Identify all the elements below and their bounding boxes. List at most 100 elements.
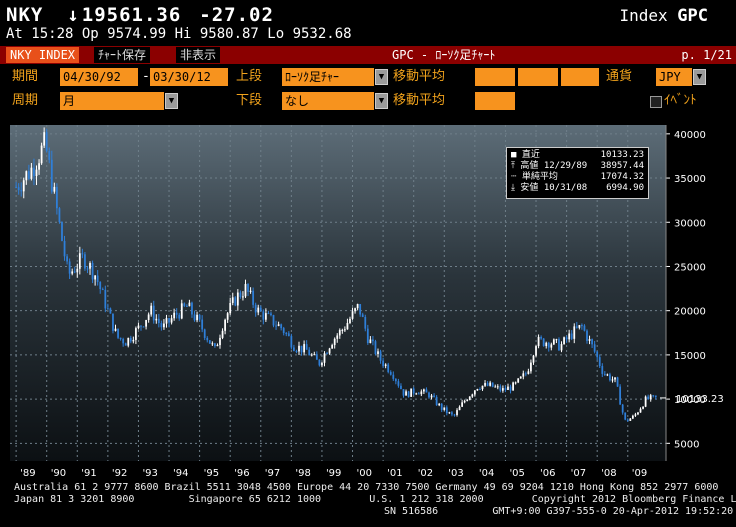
candle-body	[369, 339, 372, 344]
candle-body	[601, 366, 604, 374]
candle-body	[354, 308, 356, 312]
candle-body	[89, 263, 91, 269]
candle-body	[422, 389, 425, 392]
candle-body	[614, 377, 616, 380]
y-tick-label: 20000	[674, 307, 706, 318]
candle-body	[84, 254, 86, 269]
candle-body	[387, 364, 390, 373]
x-tick-label: '95	[204, 468, 219, 479]
candle-body	[58, 208, 61, 223]
candle-body	[20, 190, 23, 192]
candle-body	[293, 347, 295, 351]
candle-body	[591, 339, 593, 345]
candle-body	[555, 339, 558, 341]
candle-body	[359, 304, 362, 315]
candle-body	[499, 386, 502, 391]
candle-body	[445, 407, 448, 414]
candle-body	[267, 313, 270, 315]
candle-body	[634, 414, 637, 416]
candle-body	[277, 324, 280, 326]
candle-body	[425, 389, 428, 393]
candle-body	[583, 325, 586, 331]
y-tick-label: 40000	[674, 130, 706, 141]
candle-body	[114, 328, 117, 331]
x-tick-label: '93	[142, 468, 157, 479]
candle-body	[262, 311, 265, 320]
candle-body	[25, 171, 28, 181]
candle-body	[203, 329, 206, 338]
candle-body	[155, 318, 158, 321]
legend-high: ⤒ 高値 12/29/89 38957.44	[511, 161, 644, 171]
candle-body	[573, 326, 576, 339]
candle-body	[282, 328, 285, 333]
candle-body	[389, 372, 392, 375]
candle-body	[168, 318, 170, 323]
candle-body	[22, 180, 25, 192]
x-tick-label: '02	[418, 468, 433, 479]
candle-body	[308, 349, 311, 356]
candle-body	[637, 412, 639, 415]
footer-line-3: SN 516586 GMT+9:00 G397-555-0 20-Apr-201…	[384, 506, 734, 517]
candle-body	[78, 253, 81, 269]
candle-body	[453, 414, 456, 416]
candle-body	[254, 304, 257, 313]
candle-body	[99, 281, 102, 290]
candle-body	[509, 386, 512, 391]
candle-body	[402, 389, 405, 396]
candle-body	[221, 330, 224, 338]
candle-body	[343, 329, 346, 331]
candle-body	[117, 328, 119, 338]
x-tick-label: '03	[448, 468, 463, 479]
candle-body	[535, 346, 537, 356]
candle-body	[611, 379, 614, 381]
candle-body	[173, 312, 176, 319]
candle-body	[412, 388, 415, 394]
candle-body	[558, 339, 560, 351]
candle-body	[66, 256, 68, 262]
candle-body	[43, 132, 46, 146]
candle-body	[430, 395, 433, 398]
candle-body	[150, 305, 153, 315]
candle-body	[448, 412, 451, 414]
candle-body	[86, 268, 89, 270]
candle-body	[415, 393, 418, 395]
candle-body	[484, 383, 486, 386]
candle-body	[147, 314, 150, 320]
candle-body	[364, 317, 367, 329]
candle-body	[481, 385, 484, 390]
candle-body	[473, 390, 476, 395]
x-tick-label: '01	[387, 468, 402, 479]
x-tick-label: '09	[632, 468, 647, 479]
candle-body	[407, 391, 410, 397]
candle-body	[361, 314, 364, 318]
candle-body	[295, 350, 298, 352]
candle-body	[621, 404, 624, 413]
candle-body	[132, 339, 135, 342]
candle-body	[527, 371, 530, 374]
candle-body	[654, 395, 657, 398]
candle-body	[91, 263, 94, 280]
candle-body	[647, 396, 650, 400]
candle-body	[356, 304, 359, 309]
candle-body	[272, 315, 275, 326]
candle-body	[257, 307, 260, 313]
candle-body	[305, 344, 308, 350]
candle-body	[428, 392, 430, 398]
candle-body	[609, 374, 611, 381]
candle-body	[96, 275, 99, 282]
candle-body	[214, 343, 216, 347]
candle-body	[196, 314, 198, 321]
candle-body	[336, 335, 339, 339]
candle-body	[410, 388, 413, 397]
candle-body	[451, 412, 453, 415]
candle-body	[593, 344, 596, 352]
candle-body	[458, 406, 461, 411]
candle-body	[519, 376, 522, 379]
candle-body	[264, 313, 267, 320]
candle-body	[211, 343, 214, 345]
candle-body	[68, 261, 71, 274]
candle-body	[588, 339, 591, 341]
candle-body	[104, 289, 107, 309]
candle-body	[30, 167, 33, 179]
candle-body	[463, 400, 466, 403]
